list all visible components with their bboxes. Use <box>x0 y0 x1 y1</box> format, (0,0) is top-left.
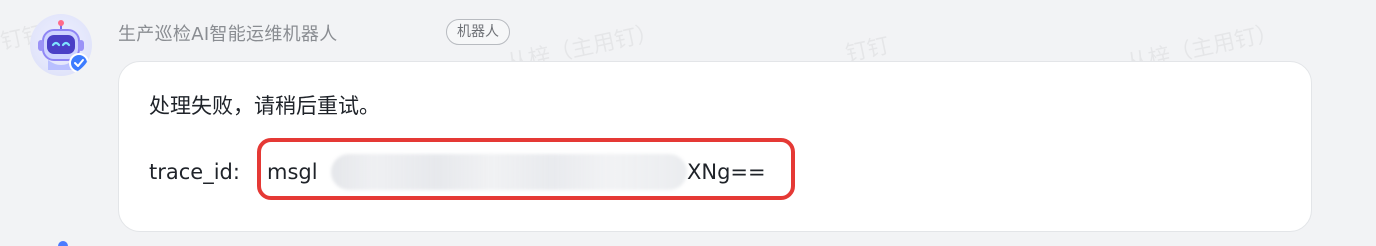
robot-avatar-graphic <box>38 20 89 73</box>
chat-message-view: 钉钉 钉钉 从梓（主用钉） 从梓（主用钉） 生产巡检AI智能运维机器人 机器人 <box>0 0 1376 246</box>
bot-tag-badge: 机器人 <box>446 19 510 45</box>
sender-name[interactable]: 生产巡检AI智能运维机器人 <box>118 20 338 46</box>
message-bubble[interactable]: 处理失败，请稍后重试。 trace_id: msgl XNg== <box>118 61 1312 232</box>
trace-id-label: trace_id: <box>149 160 240 184</box>
error-message-text: 处理失败，请稍后重试。 <box>149 94 380 118</box>
next-message-avatar-icon <box>58 241 68 246</box>
robot-avatar-icon[interactable] <box>30 14 92 76</box>
highlight-annotation-box <box>257 138 795 200</box>
